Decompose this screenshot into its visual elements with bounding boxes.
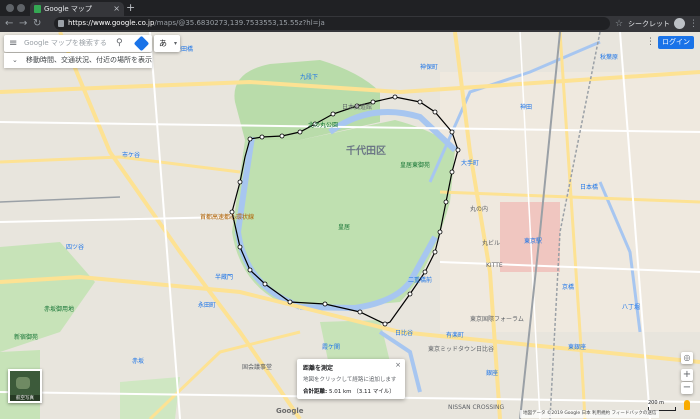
measure-title: 距離を測定 bbox=[303, 365, 334, 372]
bookmark-star-icon[interactable]: ☆ bbox=[615, 17, 623, 31]
map-label[interactable]: 国会議事堂 bbox=[242, 362, 272, 371]
minimize-window-icon[interactable] bbox=[17, 4, 25, 12]
map-label[interactable]: 八丁堀 bbox=[622, 302, 640, 311]
back-icon[interactable]: ← bbox=[5, 17, 13, 31]
map-label[interactable]: 千代田区 bbox=[346, 142, 386, 157]
apps-grid-icon[interactable]: ⋮⋮ bbox=[646, 38, 664, 47]
satellite-toggle[interactable]: 航空写真 bbox=[8, 369, 42, 403]
map-label[interactable]: 神保町 bbox=[420, 62, 438, 71]
profile-avatar[interactable] bbox=[674, 18, 685, 29]
explore-nearby-button[interactable]: ⌄ 移動時間、交通状況、付近の場所を表示 bbox=[4, 53, 152, 68]
lock-icon bbox=[58, 20, 64, 27]
reload-icon[interactable]: ↻ bbox=[33, 17, 41, 31]
zoom-in-button[interactable]: + bbox=[681, 369, 693, 381]
measure-total-label: 合計距離: bbox=[303, 389, 328, 395]
browser-toolbar: ← → ↻ https://www.google.co.jp/maps/@35.… bbox=[0, 16, 700, 32]
chevron-down-icon: ⌄ bbox=[12, 56, 18, 64]
incognito-label: シークレット bbox=[628, 20, 670, 28]
url-host: https://www.google.co.jp bbox=[68, 19, 155, 27]
map-label[interactable]: NISSAN CROSSING bbox=[448, 404, 504, 411]
pegman-icon[interactable] bbox=[684, 400, 690, 410]
map-label[interactable]: 丸の内 bbox=[470, 204, 488, 213]
map-label[interactable]: 市ケ谷 bbox=[122, 150, 140, 159]
measure-hint: 地図をクリックして経路に追加します bbox=[303, 377, 397, 383]
map-label[interactable]: 永田町 bbox=[198, 300, 216, 309]
map-label[interactable]: 銀座 bbox=[486, 368, 498, 377]
map-label[interactable]: 皇居 bbox=[338, 222, 350, 231]
satellite-thumbnail bbox=[16, 377, 30, 389]
google-logo: Google bbox=[276, 407, 304, 415]
map-label[interactable]: 有楽町 bbox=[446, 330, 464, 339]
url-path: /maps/@35.6830273,139.7533553,15.55z?hl=… bbox=[154, 19, 325, 27]
new-tab-icon[interactable]: + bbox=[126, 1, 135, 15]
explore-label: 移動時間、交通状況、付近の場所を表示 bbox=[26, 56, 152, 64]
browser-titlebar: Google マップ × + bbox=[0, 0, 700, 16]
maps-favicon-icon bbox=[34, 5, 41, 13]
zoom-out-button[interactable]: − bbox=[681, 382, 693, 394]
scale-label: 200 m bbox=[648, 400, 665, 406]
login-button[interactable]: ログイン bbox=[658, 36, 694, 49]
map-label[interactable]: 赤坂御用地 bbox=[44, 304, 74, 313]
map-label[interactable]: 日本武道館 bbox=[342, 102, 372, 111]
map-label[interactable]: 日比谷 bbox=[395, 328, 413, 337]
map-label[interactable]: 半蔵門 bbox=[215, 272, 233, 281]
tab-title: Google マップ bbox=[44, 5, 92, 13]
directions-icon[interactable] bbox=[133, 35, 150, 52]
map-label[interactable]: 東銀座 bbox=[568, 342, 586, 351]
address-bar[interactable]: https://www.google.co.jp/maps/@35.683027… bbox=[54, 17, 610, 30]
close-window-icon[interactable] bbox=[6, 4, 14, 12]
map-label[interactable]: 二重橋前 bbox=[408, 275, 432, 284]
measure-total: 合計距離: 5.01 km （3.11 マイル） bbox=[303, 387, 399, 395]
map-label[interactable]: 新宿御苑 bbox=[14, 332, 38, 341]
browser-menu-icon[interactable]: ⋮ bbox=[689, 17, 698, 31]
map-label[interactable]: 東京国際フォーラム bbox=[470, 314, 524, 323]
map-label[interactable]: 秋葉原 bbox=[600, 52, 618, 61]
close-icon[interactable]: × bbox=[395, 361, 401, 369]
search-icon[interactable]: ⚲ bbox=[116, 37, 123, 50]
close-tab-icon[interactable]: × bbox=[113, 2, 120, 16]
map-label[interactable]: 東京ミッドタウン日比谷 bbox=[428, 344, 494, 353]
caret-down-icon: ▾ bbox=[173, 40, 177, 47]
map-label[interactable]: 霞ケ関 bbox=[322, 342, 340, 351]
map-label[interactable]: 神田 bbox=[520, 102, 532, 111]
map-canvas[interactable]: 千代田区皇居東御苑皇居 北の丸公園 日本武道館二重橋前 東京駅 丸の内 大手町 神保町九段下… bbox=[0, 32, 700, 419]
map-label[interactable]: 大手町 bbox=[461, 158, 479, 167]
measure-total-value: 5.01 km （3.11 マイル） bbox=[328, 389, 395, 395]
measure-distance-card: × 距離を測定 地図をクリックして経路に追加します 合計距離: 5.01 km … bbox=[297, 359, 405, 399]
browser-tab[interactable]: Google マップ × bbox=[30, 2, 124, 16]
map-label[interactable]: KITTE bbox=[486, 262, 503, 269]
map-label[interactable]: 首都高速都心環状線 bbox=[200, 212, 254, 221]
map-label[interactable]: 北の丸公園 bbox=[308, 120, 338, 129]
map-label[interactable]: 九段下 bbox=[300, 72, 318, 81]
map-footer: 地図データ ©2019 Google 日本 利用規約 フィードバックの送信 bbox=[520, 410, 660, 418]
map-label[interactable]: 皇居東御苑 bbox=[400, 160, 430, 169]
map-label[interactable]: 丸ビル bbox=[482, 238, 500, 247]
map-label[interactable]: 京橋 bbox=[562, 282, 574, 291]
forward-icon[interactable]: → bbox=[19, 17, 27, 31]
my-location-button[interactable]: ◎ bbox=[681, 352, 693, 364]
map-label[interactable]: 赤坂 bbox=[132, 356, 144, 365]
map-label[interactable]: 四ツ谷 bbox=[66, 242, 84, 251]
ime-toggle[interactable]: あ ▾ bbox=[154, 35, 180, 52]
ime-label: あ bbox=[159, 39, 167, 48]
satellite-label: 航空写真 bbox=[10, 395, 40, 401]
search-input[interactable] bbox=[24, 37, 108, 49]
map-label[interactable]: 日本橋 bbox=[580, 182, 598, 191]
search-box[interactable]: ≡ ⚲ bbox=[4, 35, 152, 52]
map-label[interactable]: 東京駅 bbox=[524, 236, 542, 245]
hamburger-menu-icon[interactable]: ≡ bbox=[9, 37, 17, 50]
